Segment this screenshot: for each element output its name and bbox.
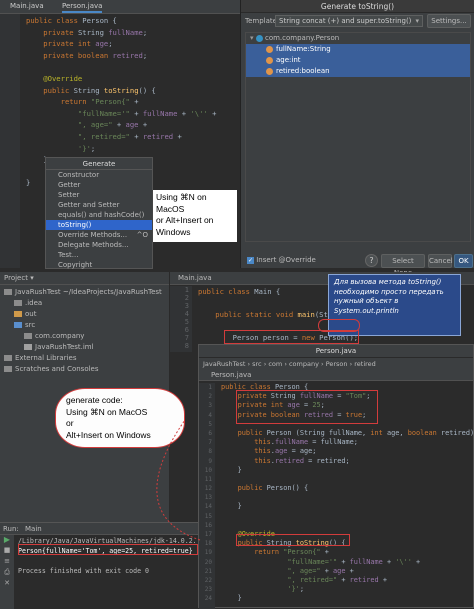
connector-line bbox=[156, 419, 201, 541]
